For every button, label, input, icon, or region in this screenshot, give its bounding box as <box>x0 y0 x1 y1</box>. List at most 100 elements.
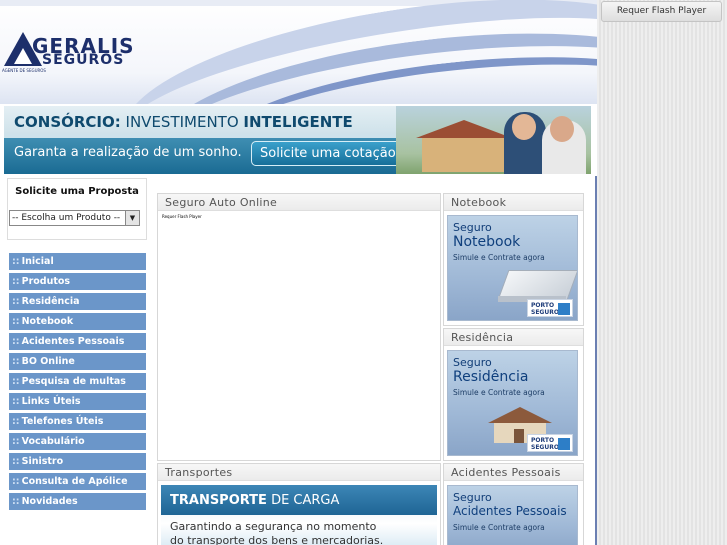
bullet-icon: :: <box>12 456 20 467</box>
sidebar-item-consulta-apolice[interactable]: :: Consulta de Apólice <box>9 473 146 490</box>
chevron-down-icon[interactable]: ▼ <box>125 211 139 225</box>
brand-word: PORTO <box>531 437 555 444</box>
brand-word: PORTO <box>531 302 555 309</box>
panel-title: Residência <box>444 329 583 346</box>
bullet-icon: :: <box>12 416 20 427</box>
sidebar-item-sinistro[interactable]: :: Sinistro <box>9 453 146 470</box>
bullet-icon: :: <box>12 336 20 347</box>
panel-seguro-auto: Seguro Auto Online Requer Flash Player <box>157 193 441 461</box>
page: GERALIS SEGUROS AGENTE DE SEGUROS CONSÓR… <box>0 0 597 545</box>
proposal-title: Solicite uma Proposta <box>15 186 139 197</box>
bullet-icon: :: <box>12 256 20 267</box>
bullet-icon: :: <box>12 276 20 287</box>
brand-square-icon <box>558 303 570 315</box>
sidebar-item-label: Inicial <box>21 256 54 267</box>
sidebar-item-label: Sinistro <box>21 456 64 467</box>
bullet-icon: :: <box>12 476 20 487</box>
sidebar-item-bo-online[interactable]: :: BO Online <box>9 353 146 370</box>
sidebar-item-residencia[interactable]: :: Residência <box>9 293 146 310</box>
sidebar-item-telefones-uteis[interactable]: :: Telefones Úteis <box>9 413 146 430</box>
banner-headline: CONSÓRCIO: INVESTIMENTO INTELIGENTE <box>14 113 353 131</box>
panel-transportes: Transportes TRANSPORTE DE CARGA Garantin… <box>157 463 441 545</box>
sidebar-item-label: Residência <box>21 296 80 307</box>
ad-headline-bold: TRANSPORTE <box>170 493 267 508</box>
sidebar-item-label: Consulta de Apólice <box>21 476 128 487</box>
acidentes-ad[interactable]: Seguro Acidentes Pessoais Simule e Contr… <box>447 485 578 545</box>
banner-subtitle: Garanta a realização de um sonho. <box>14 145 242 160</box>
bullet-icon: :: <box>12 496 20 507</box>
logo-word-seguros: SEGUROS <box>42 52 125 68</box>
ad-product: Acidentes Pessoais <box>453 504 567 518</box>
transportes-ad[interactable]: TRANSPORTE DE CARGA Garantindo a seguran… <box>161 485 437 545</box>
panel-notebook: Notebook Seguro Notebook Simule e Contra… <box>443 193 584 326</box>
flash-required-message: Requer Flash Player <box>162 214 202 219</box>
bullet-icon: :: <box>12 376 20 387</box>
bullet-icon: :: <box>12 396 20 407</box>
site-logo[interactable]: GERALIS SEGUROS AGENTE DE SEGUROS <box>2 30 134 78</box>
house-roof <box>416 120 512 138</box>
flash-placeholder-area: Requer Flash Player <box>597 0 727 545</box>
ad-line: do transporte dos bens e mercadorias. <box>170 534 384 545</box>
brand-word: SEGURO <box>531 444 559 451</box>
sidebar-item-label: Novidades <box>21 496 78 507</box>
proposal-box: Solicite uma Proposta -- Escolha um Prod… <box>7 178 147 240</box>
bullet-icon: :: <box>12 356 20 367</box>
panel-title: Acidentes Pessoais <box>444 464 583 481</box>
sidebar-item-acidentes-pessoais[interactable]: :: Acidentes Pessoais <box>9 333 146 350</box>
banner-headline-bold: CONSÓRCIO: <box>14 113 121 131</box>
panel-title: Seguro Auto Online <box>158 194 440 211</box>
bullet-icon: :: <box>12 296 20 307</box>
ad-line: Garantindo a segurança no momento <box>170 520 377 533</box>
consorcio-banner[interactable]: CONSÓRCIO: INVESTIMENTO INTELIGENTE Gara… <box>4 106 591 174</box>
sidebar-item-notebook[interactable]: :: Notebook <box>9 313 146 330</box>
logo-tagline: AGENTE DE SEGUROS <box>2 68 46 73</box>
banner-quote-button[interactable]: Solicite uma cotação <box>251 141 405 166</box>
sidebar-item-label: Telefones Úteis <box>21 416 104 427</box>
banner-headline-mid: INVESTIMENTO <box>120 113 244 131</box>
sidebar-item-label: Produtos <box>21 276 71 287</box>
house-wall <box>422 138 506 172</box>
ad-product: Residência <box>453 369 529 385</box>
ad-line: Seguro <box>453 491 492 504</box>
sidebar-menu: :: Inicial :: Produtos :: Residência :: Note… <box>9 253 146 513</box>
sidebar-item-vocabulario[interactable]: :: Vocabulário <box>9 433 146 450</box>
banner-headline-bold2: INTELIGENTE <box>243 113 353 131</box>
bullet-icon: :: <box>12 316 20 327</box>
ad-cta-text: Simule e Contrate agora <box>453 523 545 532</box>
panel-title: Transportes <box>158 464 440 481</box>
sidebar-item-pesquisa-multas[interactable]: :: Pesquisa de multas <box>9 373 146 390</box>
product-select-value: -- Escolha um Produto -- <box>12 213 121 223</box>
brand-square-icon <box>558 438 570 450</box>
ad-cta-text: Simule e Contrate agora <box>453 253 545 262</box>
sidebar-item-label: Vocabulário <box>21 436 85 447</box>
notebook-ad[interactable]: Seguro Notebook Simule e Contrate agora … <box>447 215 578 321</box>
ad-product: Notebook <box>453 234 521 250</box>
logo-triangle-inner <box>14 48 32 64</box>
sidebar-item-label: Links Úteis <box>21 396 81 407</box>
header: GERALIS SEGUROS AGENTE DE SEGUROS <box>0 0 597 104</box>
house-door <box>514 429 524 443</box>
ad-headline: TRANSPORTE DE CARGA <box>170 493 339 508</box>
brand-word: SEGURO <box>531 309 559 316</box>
sidebar-item-novidades[interactable]: :: Novidades <box>9 493 146 510</box>
person-man-head <box>512 114 536 140</box>
panel-title: Notebook <box>444 194 583 211</box>
sidebar-item-produtos[interactable]: :: Produtos <box>9 273 146 290</box>
sidebar-item-label: Acidentes Pessoais <box>21 336 125 347</box>
sidebar-item-links-uteis[interactable]: :: Links Úteis <box>9 393 146 410</box>
panel-residencia: Residência Seguro Residência Simule e Co… <box>443 328 584 461</box>
require-flash-button[interactable]: Requer Flash Player <box>601 1 722 22</box>
bullet-icon: :: <box>12 436 20 447</box>
banner-photo <box>396 106 591 174</box>
sidebar-item-inicial[interactable]: :: Inicial <box>9 253 146 270</box>
sidebar-item-label: Pesquisa de multas <box>21 376 126 387</box>
ad-cta-text: Simule e Contrate agora <box>453 388 545 397</box>
house-icon <box>488 407 552 423</box>
product-select[interactable]: -- Escolha um Produto -- ▼ <box>9 210 140 226</box>
porto-seguro-logo: PORTO SEGURO <box>527 299 573 317</box>
residencia-ad[interactable]: Seguro Residência Simule e Contrate agor… <box>447 350 578 456</box>
sidebar-item-label: Notebook <box>21 316 74 327</box>
ad-headline-rest: DE CARGA <box>266 493 340 508</box>
ad-line: Seguro <box>453 221 492 234</box>
panel-acidentes-pessoais: Acidentes Pessoais Seguro Acidentes Pess… <box>443 463 584 545</box>
